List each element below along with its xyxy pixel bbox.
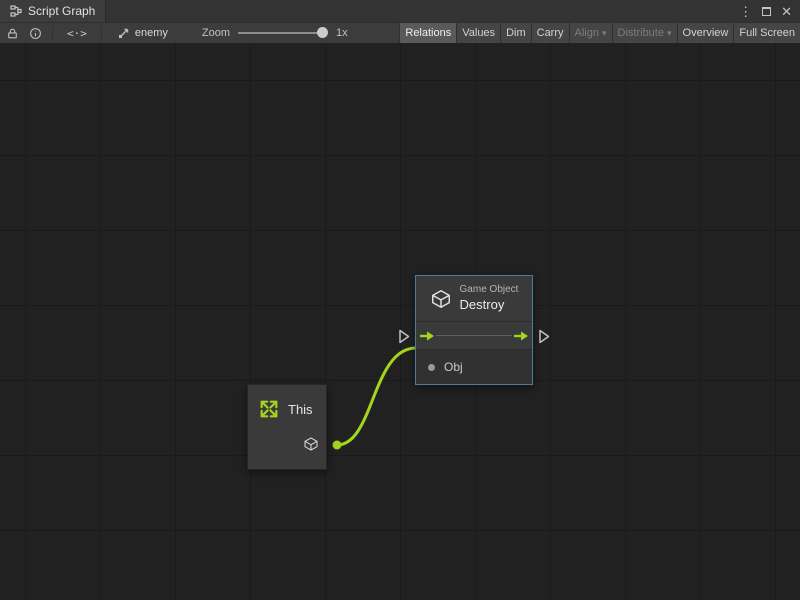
zoom-slider-handle[interactable] <box>317 27 328 38</box>
graph-asset-icon <box>118 27 130 39</box>
window-controls: ⋮ ✕ <box>731 0 800 22</box>
chevron-down-icon: ▾ <box>602 29 607 38</box>
zoom-slider-track[interactable] <box>238 32 326 34</box>
lock-icon[interactable] <box>6 27 19 40</box>
script-graph-window: Script Graph ⋮ ✕ <·> enem <box>0 0 800 600</box>
obj-input-port-dot[interactable] <box>428 364 435 371</box>
obj-input-label: Obj <box>444 360 463 374</box>
dim-button-label: Dim <box>506 27 526 39</box>
close-icon[interactable]: ✕ <box>781 5 792 18</box>
toolbar-separator <box>52 26 53 40</box>
values-button[interactable]: Values <box>456 23 500 43</box>
flow-out-arrow-icon <box>513 330 529 342</box>
zoom-slider[interactable] <box>238 28 326 38</box>
game-object-cube-icon <box>430 288 452 310</box>
info-icon[interactable] <box>29 27 42 40</box>
control-output-port-icon[interactable] <box>538 329 550 344</box>
game-object-output-port-icon[interactable] <box>303 436 319 452</box>
this-node-title: This <box>288 402 313 417</box>
destroy-node-title: Destroy <box>460 297 519 313</box>
this-icon <box>258 398 280 420</box>
kebab-menu-icon[interactable]: ⋮ <box>739 5 752 18</box>
this-node-ports <box>248 420 326 452</box>
zoom-label: Zoom <box>202 27 230 39</box>
control-input-port-icon[interactable] <box>398 329 410 344</box>
destroy-node-header: Game Object Destroy <box>416 276 532 322</box>
tab-script-graph[interactable]: Script Graph <box>0 0 106 22</box>
destroy-node-category: Game Object <box>460 284 519 297</box>
flow-in-arrow-icon <box>419 330 435 342</box>
graph-canvas[interactable]: This <box>0 44 800 600</box>
toolbar-buttons: Relations Values Dim Carry Align ▾ Distr… <box>399 23 800 43</box>
this-node-header: This <box>248 385 326 420</box>
tab-bar: Script Graph ⋮ ✕ <box>0 0 800 22</box>
dim-button[interactable]: Dim <box>500 23 531 43</box>
align-dropdown-button[interactable]: Align ▾ <box>569 23 612 43</box>
align-button-label: Align <box>575 27 599 39</box>
node-this[interactable]: This <box>247 384 327 470</box>
destroy-obj-row: Obj <box>416 350 532 384</box>
flow-relation-line <box>436 335 512 336</box>
chevron-down-icon: ▾ <box>667 29 672 38</box>
carry-button[interactable]: Carry <box>531 23 569 43</box>
overview-button[interactable]: Overview <box>677 23 734 43</box>
zoom-value: 1x <box>336 27 348 39</box>
graph-toolbar: <·> enemy Zoom 1x Relations Values Dim <box>0 22 800 44</box>
distribute-dropdown-button[interactable]: Distribute ▾ <box>612 23 677 43</box>
destroy-node-titles: Game Object Destroy <box>460 284 519 313</box>
graph-name-label[interactable]: enemy <box>135 27 168 39</box>
connection-wire[interactable] <box>0 44 800 600</box>
fullscreen-button-label: Full Screen <box>739 27 795 39</box>
destroy-flow-row <box>416 322 532 350</box>
fullscreen-button[interactable]: Full Screen <box>733 23 800 43</box>
node-destroy[interactable]: Game Object Destroy <box>415 275 533 385</box>
distribute-button-label: Distribute <box>618 27 664 39</box>
relations-button[interactable]: Relations <box>399 23 456 43</box>
edit-graph-icon[interactable]: <·> <box>67 27 87 40</box>
values-button-label: Values <box>462 27 495 39</box>
toolbar-separator <box>101 26 102 40</box>
overview-button-label: Overview <box>683 27 729 39</box>
relations-button-label: Relations <box>405 27 451 39</box>
maximize-icon[interactable] <box>762 5 771 18</box>
tab-title: Script Graph <box>28 4 95 18</box>
carry-button-label: Carry <box>537 27 564 39</box>
script-graph-icon <box>10 5 22 17</box>
this-output-port-dot <box>333 441 342 450</box>
tabbar-spacer <box>106 0 731 22</box>
